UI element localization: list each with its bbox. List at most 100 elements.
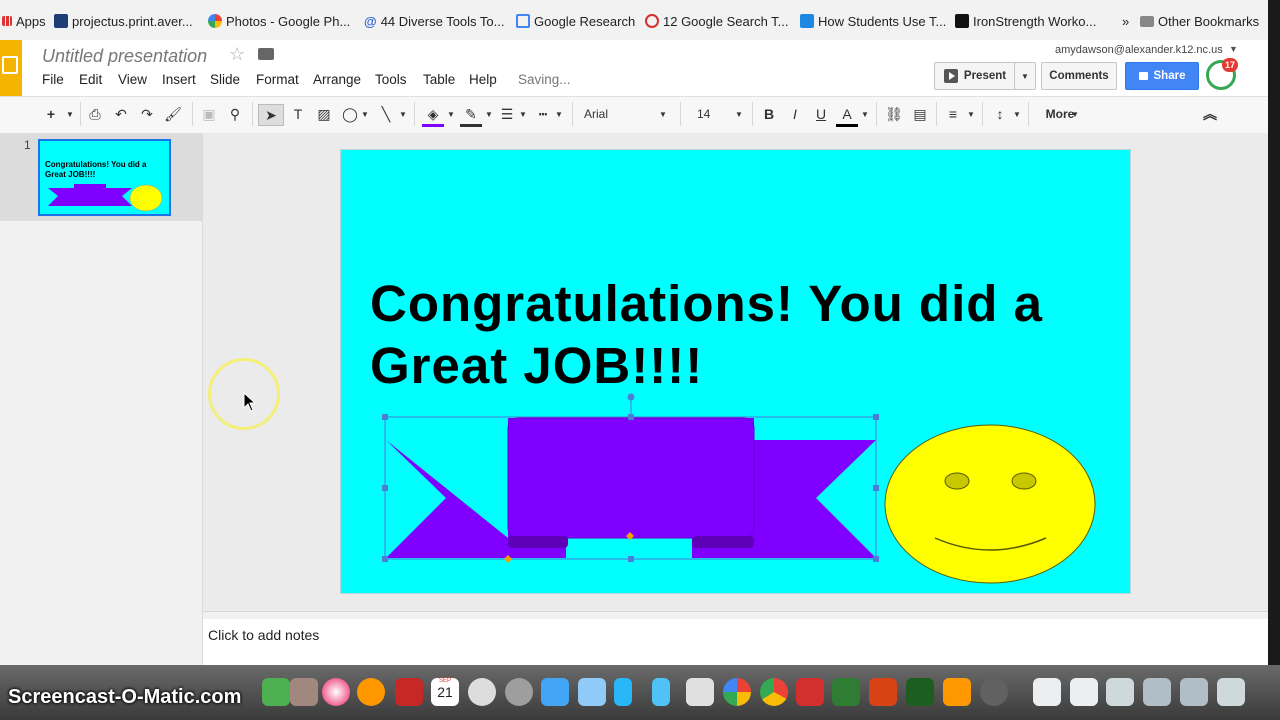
bookmarks-overflow[interactable]: » <box>1122 12 1129 30</box>
menu-arrange[interactable]: Arrange <box>313 72 361 87</box>
bookmark-apps[interactable]: Apps <box>2 12 46 30</box>
present-button[interactable]: Present <box>934 62 1016 90</box>
text-color-icon[interactable]: A <box>836 104 858 127</box>
font-size-dropdown[interactable]: ▼ <box>734 104 744 124</box>
line-icon[interactable]: ╲ <box>376 104 396 124</box>
select-cursor-icon[interactable]: ➤ <box>258 104 284 126</box>
itunes-icon[interactable] <box>322 678 350 706</box>
new-slide-icon[interactable]: + <box>42 104 60 124</box>
contacts-icon[interactable] <box>290 678 318 706</box>
app-l-icon[interactable] <box>614 678 632 706</box>
more-dropdown[interactable]: ▼ <box>1070 104 1080 124</box>
bookmark-diverse-tools[interactable]: @ 44 Diverse Tools To... <box>364 12 505 30</box>
menu-view[interactable]: View <box>118 72 147 87</box>
document-title[interactable]: Untitled presentation <box>42 46 207 67</box>
redo-icon[interactable]: ↷ <box>138 104 156 124</box>
trash-icon[interactable] <box>1217 678 1245 706</box>
facetime-icon[interactable] <box>262 678 290 706</box>
menu-edit[interactable]: Edit <box>79 72 102 87</box>
font-size-select[interactable]: 14 <box>697 104 725 124</box>
ibooks-icon[interactable] <box>357 678 385 706</box>
undo-icon[interactable]: ↶ <box>112 104 130 124</box>
menu-insert[interactable]: Insert <box>162 72 196 87</box>
screencast-app-icon[interactable] <box>980 678 1008 706</box>
bold-icon[interactable]: B <box>760 104 778 124</box>
bookmark-google-search[interactable]: 12 Google Search T... <box>645 12 789 30</box>
align-dropdown[interactable]: ▼ <box>966 104 976 124</box>
acrobat-icon[interactable] <box>796 678 824 706</box>
bookmark-other[interactable]: Other Bookmarks <box>1140 12 1259 30</box>
zoom-icon[interactable]: ⚲ <box>226 104 244 124</box>
image-icon[interactable]: ▨ <box>314 104 334 124</box>
border-dash-dropdown[interactable]: ▼ <box>554 104 564 124</box>
no-entry-icon[interactable] <box>468 678 496 706</box>
text-color-dropdown[interactable]: ▼ <box>860 104 870 124</box>
menu-help[interactable]: Help <box>469 72 497 87</box>
border-dash-icon[interactable]: ┅ <box>534 104 552 124</box>
people-app-icon[interactable] <box>541 678 569 706</box>
bookmark-projectus[interactable]: projectus.print.aver... <box>54 12 193 30</box>
movie-file-icon[interactable] <box>1033 678 1061 706</box>
star-icon[interactable]: ☆ <box>229 44 245 65</box>
text-box-icon[interactable]: T <box>288 104 308 124</box>
amazon-icon[interactable] <box>943 678 971 706</box>
border-color-icon[interactable]: ✎ <box>460 104 482 127</box>
link-icon[interactable]: ⛓ <box>884 104 904 124</box>
print-icon[interactable]: ⎙ <box>86 104 104 124</box>
powerpoint-icon[interactable] <box>869 678 897 706</box>
rotate-handle[interactable] <box>627 393 635 401</box>
underline-icon[interactable]: U <box>812 104 830 124</box>
border-weight-icon[interactable]: ☰ <box>498 104 516 124</box>
document-file-icon[interactable] <box>1070 678 1098 706</box>
notes-placeholder[interactable]: Click to add notes <box>208 627 319 643</box>
comments-button[interactable]: Comments <box>1041 62 1117 90</box>
new-slide-dropdown[interactable]: ▼ <box>64 104 76 124</box>
menu-tools[interactable]: Tools <box>375 72 407 87</box>
shape-icon[interactable]: ◯ <box>340 104 360 124</box>
photo-booth-icon[interactable] <box>395 678 423 706</box>
photos-icon[interactable] <box>723 678 751 706</box>
excel-icon[interactable] <box>832 678 860 706</box>
present-dropdown[interactable]: ▼ <box>1014 62 1036 90</box>
line-spacing-dropdown[interactable]: ▼ <box>1012 104 1022 124</box>
account-dropdown-icon[interactable]: ▼ <box>1229 44 1238 54</box>
font-family-select[interactable]: Arial <box>584 104 644 124</box>
share-button[interactable]: Share <box>1125 62 1199 90</box>
comment-icon[interactable]: ▤ <box>910 104 930 124</box>
menu-format[interactable]: Format <box>256 72 299 87</box>
bookmark-photos[interactable]: Photos - Google Ph... <box>208 12 350 30</box>
screenshot-file-icon[interactable] <box>1106 678 1134 706</box>
bookmark-students[interactable]: How Students Use T... <box>800 12 946 30</box>
collapse-toolbar-icon[interactable]: ︽ <box>1200 104 1220 124</box>
border-color-dropdown[interactable]: ▼ <box>484 104 494 124</box>
fill-color-icon[interactable]: ◈ <box>422 104 444 127</box>
preview-icon[interactable] <box>686 678 714 706</box>
menu-table[interactable]: Table <box>423 72 455 87</box>
bookmark-ironstrength[interactable]: IronStrength Worko... <box>955 12 1096 30</box>
folder-icon[interactable] <box>258 48 274 60</box>
menu-slide[interactable]: Slide <box>210 72 240 87</box>
speaker-notes[interactable] <box>203 619 1268 665</box>
slide-title-text[interactable]: Congratulations! You did a Great JOB!!!! <box>370 273 1070 397</box>
account-email[interactable]: amydawson@alexander.k12.nc.us <box>1055 44 1223 56</box>
smiley-face[interactable] <box>884 424 1096 584</box>
downloads-stack-icon[interactable] <box>1143 678 1171 706</box>
shape-dropdown[interactable]: ▼ <box>360 104 370 124</box>
documents-stack-icon[interactable] <box>1180 678 1208 706</box>
font-family-dropdown[interactable]: ▼ <box>658 104 668 124</box>
menu-file[interactable]: File <box>42 72 64 87</box>
system-preferences-icon[interactable] <box>505 678 533 706</box>
border-weight-dropdown[interactable]: ▼ <box>518 104 528 124</box>
chrome-icon[interactable] <box>760 678 788 706</box>
app-l-icon[interactable] <box>652 678 670 706</box>
align-icon[interactable]: ≡ <box>944 104 962 124</box>
italic-icon[interactable]: I <box>786 104 804 124</box>
scissors-app-icon[interactable] <box>578 678 606 706</box>
calendar-icon[interactable]: SEP 21 <box>431 678 459 706</box>
bookmark-google-research[interactable]: Google Research <box>516 12 635 30</box>
line-spacing-icon[interactable]: ↕ <box>990 104 1010 124</box>
zoom-fit-icon[interactable]: ▣ <box>200 104 218 124</box>
line-dropdown[interactable]: ▼ <box>398 104 408 124</box>
paint-format-icon[interactable]: 🖌 <box>164 104 182 124</box>
captivate-icon[interactable] <box>906 678 934 706</box>
